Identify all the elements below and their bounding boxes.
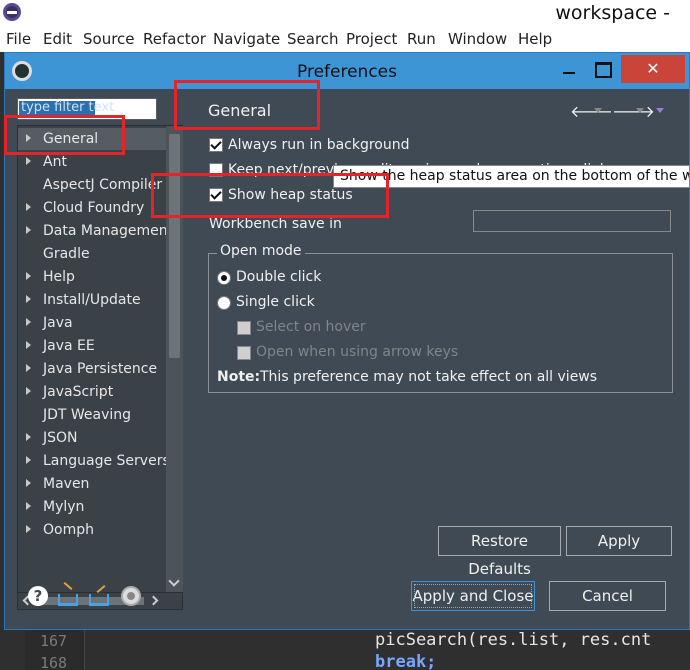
menu-refactor[interactable]: Refactor <box>143 30 206 48</box>
single-click-label: Single click <box>236 294 315 310</box>
back-menu-caret-icon[interactable] <box>594 108 602 113</box>
menu-search[interactable]: Search <box>287 30 339 48</box>
maximize-button[interactable] <box>589 58 615 84</box>
menu-file[interactable]: File <box>6 30 31 48</box>
menu-help[interactable]: Help <box>518 30 552 48</box>
tree-item-mylyn[interactable]: Mylyn <box>18 496 166 518</box>
menu-source[interactable]: Source <box>83 30 135 48</box>
highlight-box <box>4 115 125 155</box>
open-arrow-keys-checkbox <box>237 346 251 360</box>
import-icon[interactable] <box>58 594 78 606</box>
forward-menu-caret-icon[interactable] <box>636 108 644 113</box>
workbench-save-label: Workbench save in <box>209 216 342 232</box>
note-text: This preference may not take effect on a… <box>260 369 598 385</box>
expand-arrow-icon[interactable] <box>26 502 31 510</box>
expand-arrow-icon[interactable] <box>26 456 31 464</box>
apply-and-close-button[interactable]: Apply and Close <box>411 581 535 611</box>
expand-arrow-icon[interactable] <box>26 226 31 234</box>
expand-arrow-icon[interactable] <box>26 318 31 326</box>
menu-window[interactable]: Window <box>448 30 507 48</box>
dialog-titlebar: Preferences ✕ <box>5 53 689 89</box>
expand-arrow-icon[interactable] <box>26 272 31 280</box>
view-menu-icon[interactable] <box>656 108 664 113</box>
always-run-bg-label: Always run in background <box>228 137 410 153</box>
cancel-button[interactable]: Cancel <box>549 581 666 611</box>
restore-defaults-button[interactable]: Restore Defaults <box>438 526 561 578</box>
double-click-label: Double click <box>236 269 322 285</box>
select-on-hover-label: Select on hover <box>256 319 366 335</box>
tree-item-language-servers[interactable]: Language Servers <box>18 450 166 472</box>
close-icon: ✕ <box>646 59 660 78</box>
highlight-box <box>151 173 389 218</box>
tree-item-gradle[interactable]: Gradle <box>18 243 166 265</box>
expand-arrow-icon[interactable] <box>26 479 31 487</box>
workbench-save-interval-input[interactable] <box>473 210 671 232</box>
minimize-button[interactable] <box>557 58 583 84</box>
always-run-bg-checkbox[interactable] <box>209 138 223 152</box>
expand-arrow-icon[interactable] <box>26 341 31 349</box>
single-click-radio[interactable] <box>217 296 231 310</box>
tree-item-java-persistence[interactable]: Java Persistence <box>18 358 166 380</box>
tree-item-oomph[interactable]: Oomph <box>18 519 166 541</box>
scroll-down-icon[interactable] <box>168 575 180 587</box>
expand-arrow-icon[interactable] <box>26 525 31 533</box>
code-line: break; <box>375 652 437 670</box>
menu-edit[interactable]: Edit <box>43 30 72 48</box>
open-mode-group: Open mode Double click Single click Sele… <box>208 243 673 393</box>
line-number: 167 <box>40 632 68 650</box>
highlight-box <box>174 80 320 130</box>
code-line: picSearch(res.list, res.cnt <box>375 630 652 650</box>
expand-arrow-icon[interactable] <box>26 157 31 165</box>
tree-item-java-ee[interactable]: Java EE <box>18 335 166 357</box>
tree-item-javascript[interactable]: JavaScript <box>18 381 166 403</box>
forward-arrow-icon[interactable]: 🡒 <box>612 101 655 121</box>
tree-item-data-management[interactable]: Data Management <box>18 220 166 242</box>
menu-run[interactable]: Run <box>407 30 436 48</box>
double-click-radio[interactable] <box>217 271 231 285</box>
tree-item-jdt-weaving[interactable]: JDT Weaving <box>18 404 166 426</box>
select-on-hover-checkbox <box>237 321 251 335</box>
expand-arrow-icon[interactable] <box>26 433 31 441</box>
close-button[interactable]: ✕ <box>621 55 685 83</box>
menu-navigate[interactable]: Navigate <box>213 30 280 48</box>
apply-button[interactable]: Apply <box>566 526 672 556</box>
tree-item-maven[interactable]: Maven <box>18 473 166 495</box>
expand-arrow-icon[interactable] <box>26 364 31 372</box>
tree-item-help[interactable]: Help <box>18 266 166 288</box>
expand-arrow-icon[interactable] <box>26 203 31 211</box>
eclipse-app-icon <box>3 3 21 21</box>
menubar: File Edit Source Refactor Navigate Searc… <box>0 28 690 52</box>
back-arrow-icon[interactable]: 🡐 <box>570 101 613 121</box>
tree-item-cloud-foundry[interactable]: Cloud Foundry <box>18 197 166 219</box>
open-arrow-keys-label: Open when using arrow keys <box>256 344 459 360</box>
record-icon[interactable] <box>121 586 141 606</box>
note-label: Note: <box>217 369 261 385</box>
export-icon[interactable] <box>89 594 109 606</box>
tree-item-aspectj[interactable]: AspectJ Compiler <box>18 174 166 196</box>
tree-item-java[interactable]: Java <box>18 312 166 334</box>
tree-item-json[interactable]: JSON <box>18 427 166 449</box>
menu-project[interactable]: Project <box>346 30 397 48</box>
expand-arrow-icon[interactable] <box>26 387 31 395</box>
filter-placeholder: type filter text <box>21 100 115 115</box>
window-title: workspace - <box>555 2 670 24</box>
scrollbar-thumb[interactable] <box>169 134 180 358</box>
open-mode-title: Open mode <box>217 243 305 259</box>
tree-item-install-update[interactable]: Install/Update <box>18 289 166 311</box>
expand-arrow-icon[interactable] <box>26 295 31 303</box>
line-number: 168 <box>40 654 68 670</box>
scroll-right-icon[interactable] <box>148 595 159 606</box>
help-icon[interactable]: ? <box>28 586 48 606</box>
window-titlebar: workspace - <box>0 0 690 28</box>
dialog-title: Preferences <box>297 62 397 82</box>
